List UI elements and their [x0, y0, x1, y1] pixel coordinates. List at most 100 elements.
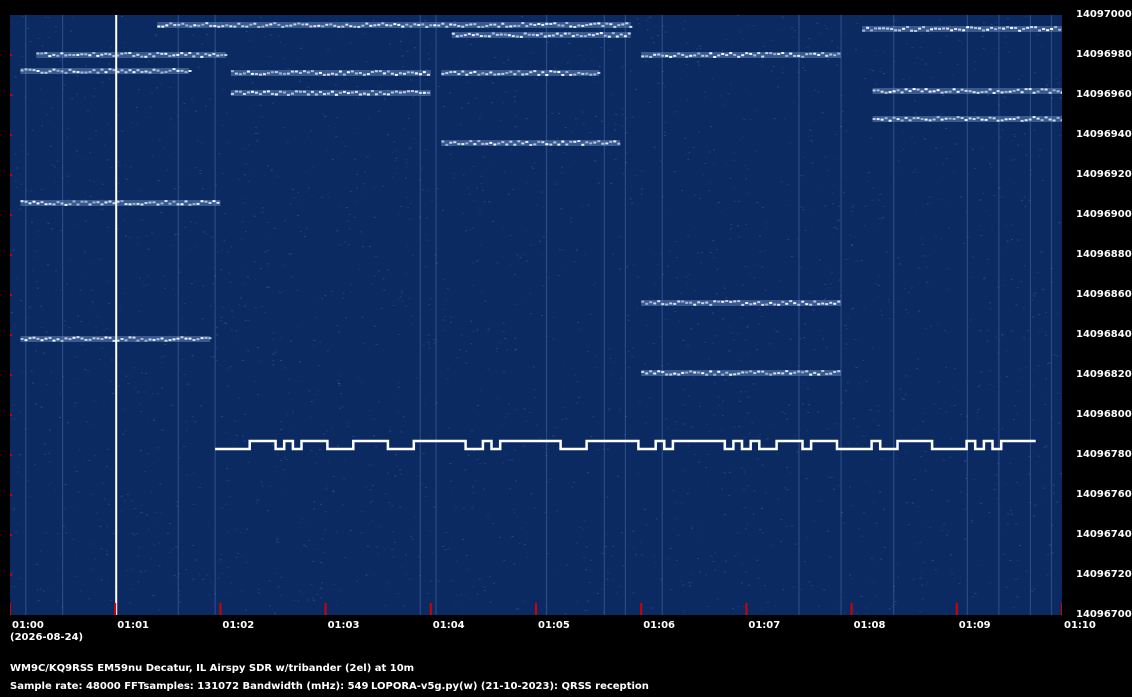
signal-trace-speck: [68, 68, 72, 71]
noise-speck: [778, 280, 781, 282]
noise-speck: [489, 601, 492, 603]
signal-trace-speck: [120, 52, 124, 55]
noise-speck: [1047, 554, 1050, 556]
signal-trace-speck: [373, 24, 377, 27]
noise-speck: [1005, 224, 1008, 226]
signal-trace-speck: [108, 336, 112, 339]
noise-speck: [552, 316, 555, 318]
noise-speck: [737, 333, 740, 335]
noise-speck: [616, 475, 619, 477]
noise-speck: [652, 450, 655, 452]
noise-speck: [284, 367, 287, 369]
noise-speck: [321, 298, 324, 300]
noise-speck: [476, 459, 479, 460]
noise-speck: [274, 572, 277, 574]
noise-speck: [152, 594, 155, 596]
noise-speck: [982, 193, 985, 194]
noise-speck: [551, 39, 554, 41]
noise-speck: [147, 528, 150, 530]
noise-speck: [896, 576, 899, 578]
noise-speck: [138, 89, 141, 91]
noise-speck: [729, 238, 732, 240]
noise-speck: [687, 445, 690, 447]
signal-trace-speck: [904, 88, 908, 91]
noise-speck: [1006, 350, 1008, 352]
noise-speck: [137, 555, 140, 557]
noise-speck: [138, 277, 141, 279]
noise-speck: [592, 416, 595, 418]
noise-speck: [95, 130, 97, 132]
noise-speck: [447, 548, 450, 550]
signal-trace-speck: [709, 303, 713, 306]
noise-speck: [91, 569, 93, 571]
noise-speck: [547, 277, 550, 279]
noise-speck: [220, 316, 223, 318]
signal-trace-speck: [681, 371, 685, 374]
noise-speck: [928, 33, 931, 34]
signal-trace-speck: [513, 73, 517, 76]
noise-speck: [118, 165, 121, 167]
noise-speck: [238, 397, 241, 399]
noise-speck: [225, 322, 228, 324]
noise-speck: [690, 328, 693, 330]
noise-speck: [314, 316, 317, 318]
noise-speck: [706, 424, 709, 426]
noise-speck: [251, 82, 254, 84]
noise-speck: [767, 602, 770, 604]
noise-speck: [312, 560, 315, 562]
noise-speck: [737, 233, 740, 235]
noise-speck: [733, 339, 736, 341]
noise-speck: [1013, 578, 1016, 580]
noise-speck: [405, 34, 408, 36]
noise-speck: [627, 350, 630, 352]
noise-speck: [101, 49, 104, 50]
noise-speck: [456, 560, 459, 562]
noise-speck: [897, 160, 900, 162]
signal-trace-speck: [501, 22, 505, 25]
noise-speck: [871, 199, 874, 201]
signal-trace-speck: [180, 336, 184, 339]
noise-speck: [907, 291, 910, 293]
noise-speck: [88, 460, 91, 462]
noise-speck: [667, 558, 670, 560]
noise-speck: [656, 264, 659, 266]
signal-trace-speck: [705, 54, 709, 57]
signal-trace-speck: [485, 73, 489, 76]
noise-speck: [987, 94, 989, 96]
noise-speck: [405, 159, 408, 161]
noise-speck: [301, 593, 304, 595]
noise-speck: [592, 77, 595, 78]
noise-speck: [683, 612, 686, 614]
noise-speck: [130, 569, 133, 570]
noise-speck: [1033, 295, 1036, 297]
signal-trace-speck: [306, 71, 310, 74]
noise-speck: [1001, 129, 1004, 131]
noise-speck: [285, 459, 288, 461]
noise-speck: [335, 531, 338, 533]
noise-speck: [74, 402, 77, 404]
noise-speck: [215, 347, 218, 349]
noise-speck: [851, 505, 854, 507]
noise-speck: [377, 401, 380, 403]
noise-speck: [763, 250, 766, 252]
noise-speck: [194, 421, 197, 423]
noise-speck: [299, 591, 302, 593]
noise-speck: [409, 218, 411, 220]
noise-speck: [27, 398, 30, 400]
y-tick-label: 14096820: [1076, 369, 1132, 380]
noise-speck: [423, 402, 426, 404]
signal-trace-speck: [497, 142, 501, 145]
noise-speck: [478, 578, 481, 580]
noise-speck: [825, 268, 828, 270]
noise-speck: [946, 268, 949, 270]
signal-trace-speck: [615, 35, 619, 38]
signal-trace-speck: [964, 119, 968, 121]
noise-speck: [527, 127, 530, 129]
noise-speck: [806, 537, 809, 539]
noise-speck: [897, 257, 900, 259]
signal-trace-speck: [56, 338, 60, 341]
noise-speck: [140, 411, 142, 413]
noise-speck: [1001, 335, 1004, 337]
signal-trace-speck: [144, 55, 148, 58]
signal-trace-speck: [354, 72, 358, 75]
